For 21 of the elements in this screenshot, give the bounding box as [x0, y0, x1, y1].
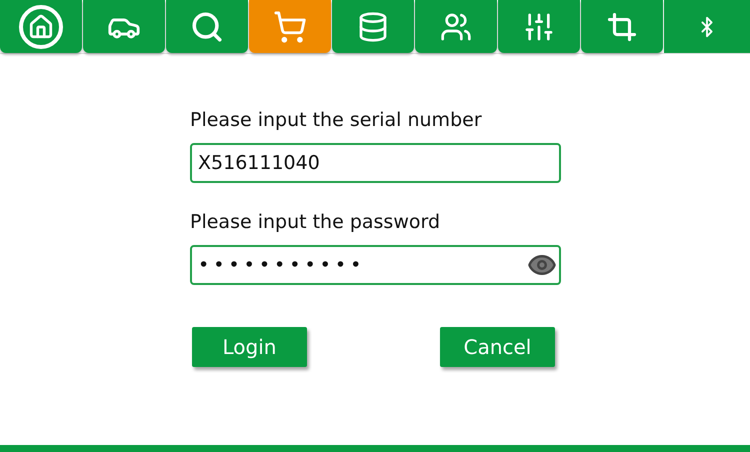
toolbar-tab[interactable]: [166, 0, 248, 53]
home-icon: [19, 4, 63, 48]
cart-icon: [273, 10, 307, 44]
cancel-button[interactable]: Cancel: [440, 327, 555, 367]
crop-icon: [607, 12, 637, 42]
login-button[interactable]: Login: [192, 327, 307, 367]
toolbar-tab[interactable]: [581, 0, 663, 53]
toolbar-tab[interactable]: [498, 0, 580, 53]
toolbar-tab[interactable]: [332, 0, 414, 53]
password-field[interactable]: •••••••••••: [190, 245, 561, 285]
database-icon: [357, 10, 389, 42]
serial-number-field[interactable]: X516111040: [190, 143, 561, 183]
toolbar-tab[interactable]: [249, 0, 331, 53]
people-icon: [440, 10, 472, 42]
search-icon: [190, 10, 224, 44]
sliders-icon: [523, 10, 555, 42]
field-label: Please input the password: [190, 211, 442, 233]
toolbar-tab[interactable]: [83, 0, 165, 53]
toolbar-tab[interactable]: [415, 0, 497, 53]
toolbar-tab[interactable]: [0, 0, 82, 53]
field-label: Please input the serial number: [190, 109, 483, 131]
